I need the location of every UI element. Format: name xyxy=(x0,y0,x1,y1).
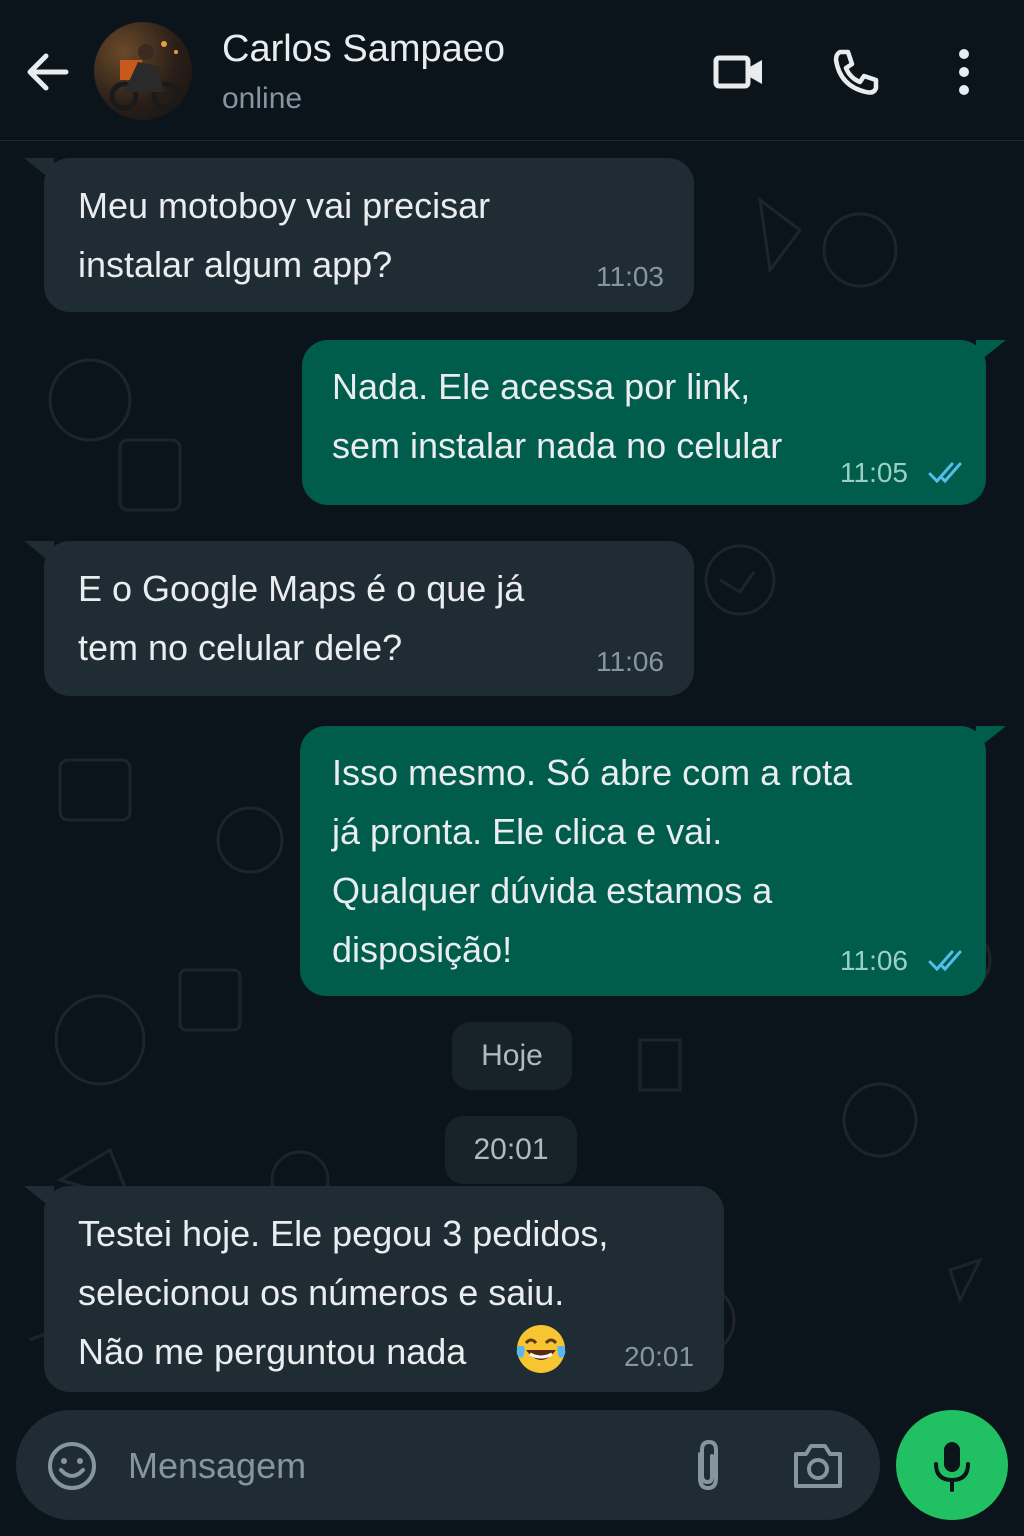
more-options-icon[interactable] xyxy=(934,42,994,102)
bubble-tail xyxy=(976,340,1006,364)
bubble-tail xyxy=(24,1186,54,1210)
contact-name[interactable]: Carlos Sampaeo xyxy=(222,26,505,72)
message-text: Isso mesmo. Só abre com a rota já pronta.… xyxy=(332,752,853,970)
message-incoming[interactable]: Testei hoje. Ele pegou 3 pedidos, selecio… xyxy=(24,1186,724,1392)
tears-of-joy-emoji xyxy=(516,1325,566,1373)
chat-header: Carlos Sampaeo online xyxy=(0,0,1024,141)
message-outgoing[interactable]: Nada. Ele acessa por link, sem instalar n… xyxy=(302,340,1006,505)
back-arrow-icon[interactable] xyxy=(22,46,74,98)
mic-icon xyxy=(934,1442,970,1492)
message-input[interactable]: Mensagem xyxy=(128,1444,306,1488)
message-time: 20:01 xyxy=(624,1341,695,1372)
message-composer[interactable]: Mensagem xyxy=(16,1410,880,1520)
avatar-photo xyxy=(109,41,181,111)
message-time: 11:06 xyxy=(596,646,664,677)
bubble-tail xyxy=(24,158,54,182)
message-text: Nada. Ele acessa por link, sem instalar n… xyxy=(332,366,783,466)
message-time: 11:05 xyxy=(840,457,908,488)
message-time: 11:03 xyxy=(596,261,664,292)
message-incoming[interactable]: E o Google Maps é o que já tem no celular… xyxy=(24,541,694,696)
voice-call-icon[interactable] xyxy=(826,42,886,102)
message-text: E o Google Maps é o que já tem no celular… xyxy=(78,568,525,668)
video-call-icon[interactable] xyxy=(708,42,768,102)
bubble-tail xyxy=(976,726,1006,750)
camera-icon[interactable] xyxy=(790,1440,846,1492)
contact-status: online xyxy=(222,82,303,115)
mic-button[interactable] xyxy=(896,1410,1008,1520)
day-divider: Hoje xyxy=(452,1022,572,1090)
message-incoming[interactable]: Meu motoboy vai precisar instalar algum a… xyxy=(24,158,694,312)
bubble-tail xyxy=(24,541,54,565)
message-time: 11:06 xyxy=(840,945,908,976)
message-text: Meu motoboy vai precisar instalar algum a… xyxy=(78,185,491,285)
read-receipt-icon xyxy=(928,950,962,972)
emoji-icon[interactable] xyxy=(46,1440,98,1492)
attach-icon[interactable] xyxy=(682,1438,734,1494)
message-outgoing[interactable]: Isso mesmo. Só abre com a rota já pronta.… xyxy=(300,726,1006,996)
chat-screen: Carlos Sampaeo online Meu motoboy vai pr… xyxy=(0,0,1024,1536)
read-receipt-icon xyxy=(928,462,962,484)
contact-avatar[interactable] xyxy=(94,22,192,120)
time-divider: 20:01 xyxy=(445,1116,577,1184)
